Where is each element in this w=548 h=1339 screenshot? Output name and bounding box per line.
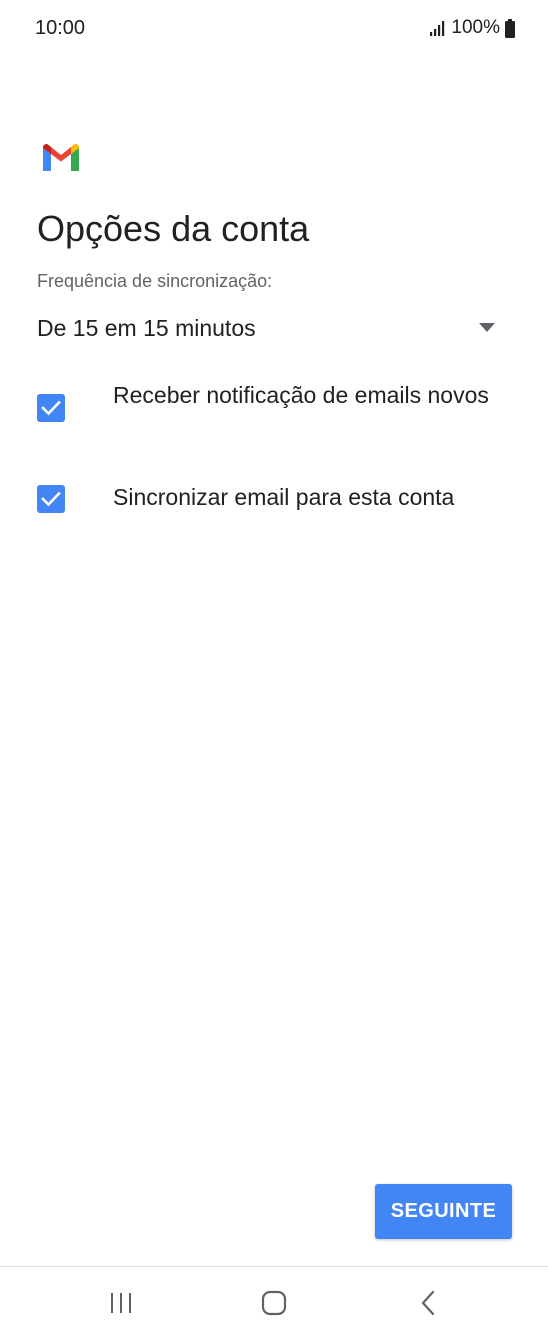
signal-icon: [430, 21, 445, 36]
sync-email-checkbox[interactable]: [37, 485, 65, 513]
status-indicators: 100%: [429, 17, 516, 39]
notify-new-emails-checkbox[interactable]: [37, 394, 65, 422]
page-title: Opções da conta: [37, 208, 310, 249]
back-icon: [421, 1290, 435, 1316]
sync-frequency-value: De 15 em 15 minutos: [37, 314, 256, 341]
navigation-bar: [0, 1267, 548, 1339]
check-icon: [41, 491, 61, 507]
home-icon: [261, 1290, 287, 1316]
status-bar: 10:00 100%: [0, 0, 548, 58]
gmail-logo-icon: [43, 144, 79, 171]
sync-frequency-label: Frequência de sincronização:: [37, 271, 273, 291]
back-button[interactable]: [408, 1287, 448, 1319]
next-button[interactable]: SEGUINTE: [375, 1184, 512, 1239]
recents-icon: [111, 1293, 131, 1313]
sync-email-option[interactable]: Sincronizar email para esta conta: [37, 482, 507, 513]
dropdown-arrow-icon: [479, 323, 495, 332]
status-time: 10:00: [35, 17, 86, 39]
check-icon: [41, 400, 61, 416]
sync-email-label: Sincronizar email para esta conta: [113, 484, 455, 510]
sync-frequency-dropdown[interactable]: De 15 em 15 minutos: [37, 308, 507, 348]
home-button[interactable]: [254, 1287, 294, 1319]
recents-button[interactable]: [101, 1287, 141, 1319]
notify-new-emails-option[interactable]: Receber notificação de emails novos: [37, 380, 507, 422]
battery-icon: [505, 18, 515, 38]
notify-new-emails-label: Receber notificação de emails novos: [113, 382, 489, 408]
battery-percent: 100%: [451, 17, 500, 38]
